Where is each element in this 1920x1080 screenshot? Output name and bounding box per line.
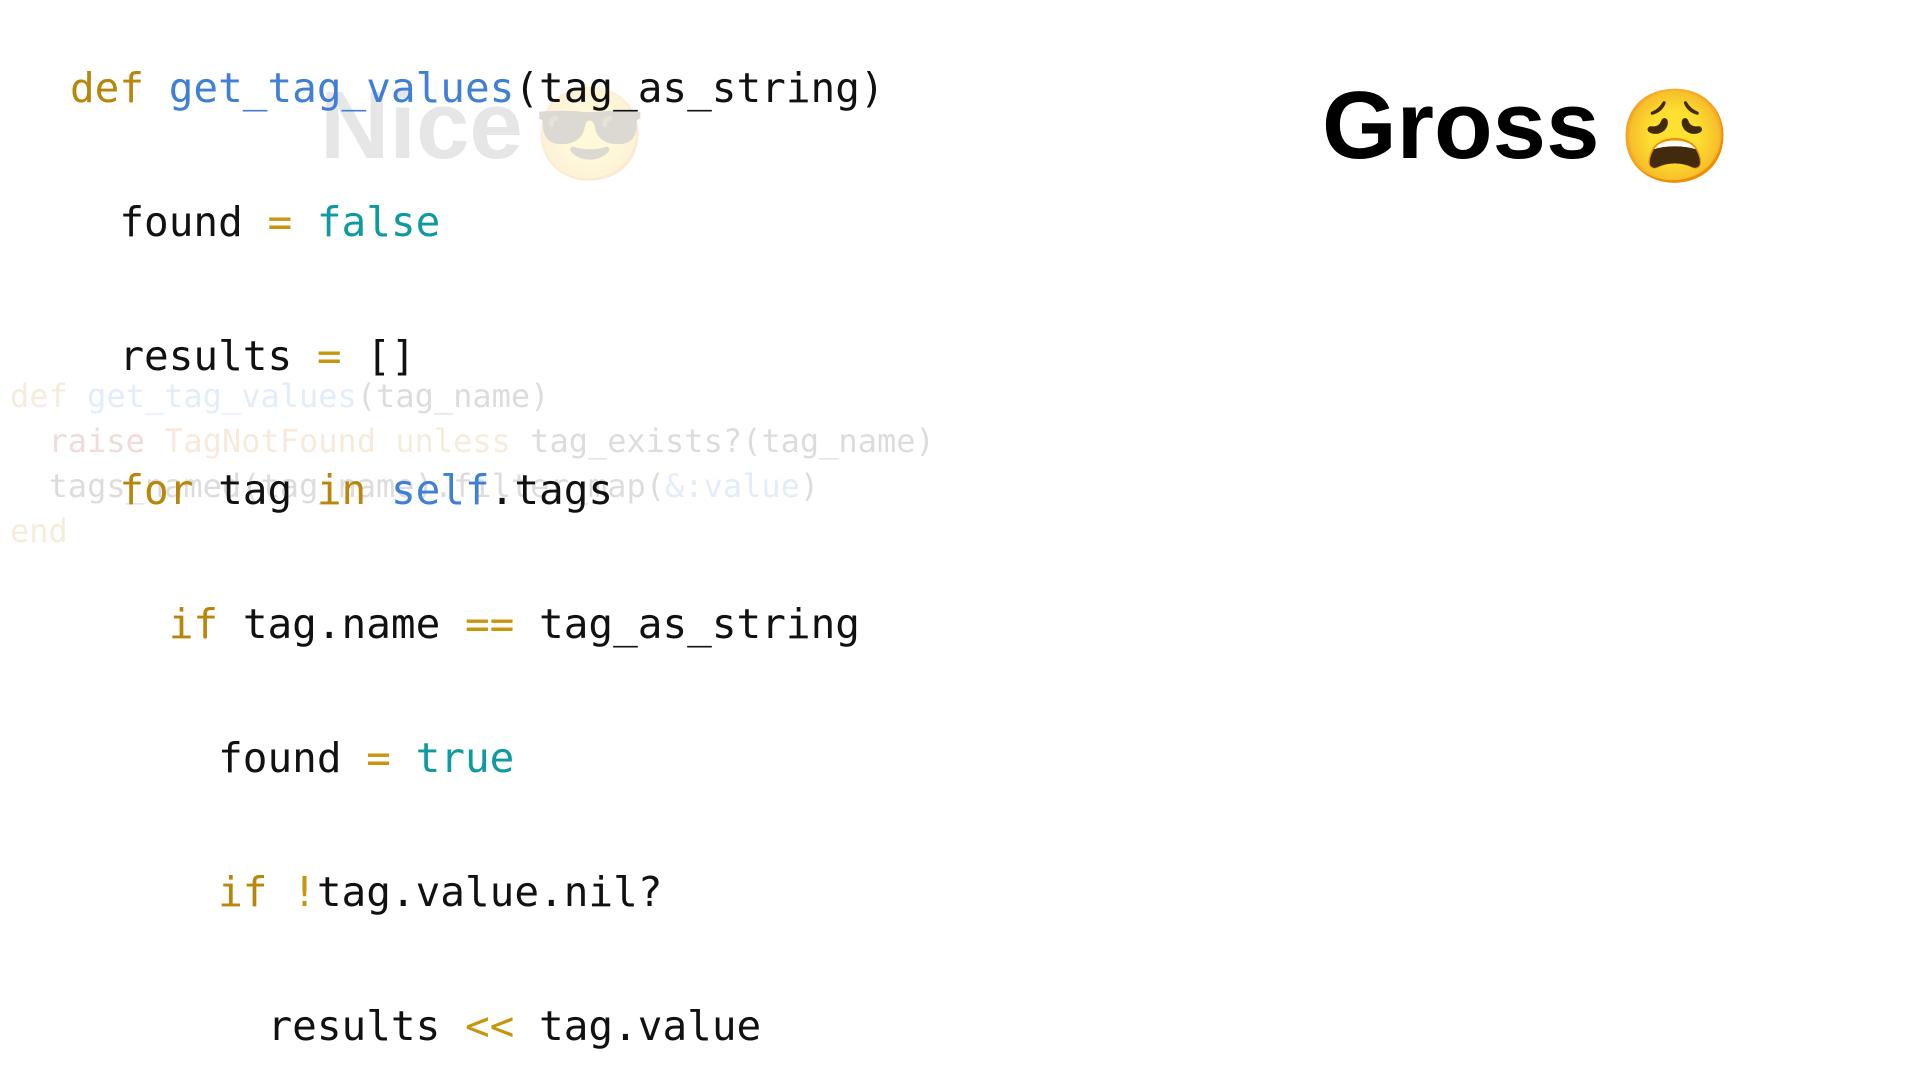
code-line: def get_tag_values(tag_as_string) xyxy=(70,55,885,122)
code-line: if !tag.value.nil? xyxy=(70,859,885,926)
code-token: tag.value xyxy=(514,1002,762,1050)
code-token: if xyxy=(168,600,243,648)
code-token: .tags xyxy=(489,466,614,514)
code-token: found xyxy=(119,198,268,246)
code-line: results << tag.value xyxy=(70,993,885,1060)
code-line: found = false xyxy=(70,189,885,256)
code-token: results xyxy=(267,1002,465,1050)
code-token: << xyxy=(464,1002,515,1050)
code-token: def xyxy=(70,64,169,112)
code-token: in xyxy=(316,466,391,514)
code-token: tag.name xyxy=(242,600,465,648)
gross-code-block: def get_tag_values(tag_as_string) found … xyxy=(70,55,885,1080)
code-token: = xyxy=(366,734,391,782)
code-line: results = [] xyxy=(70,323,885,390)
code-token: = xyxy=(267,198,293,246)
code-token: self xyxy=(390,466,490,514)
weary-face-icon: 😩 xyxy=(1617,86,1733,188)
code-token: [] xyxy=(341,332,416,380)
code-token: tag.value.nil? xyxy=(316,868,663,916)
code-token: == xyxy=(464,600,515,648)
code-line: found = true xyxy=(70,725,885,792)
code-token: if xyxy=(218,868,293,916)
slide-canvas: Nice 😎 def get_tag_values(tag_name) raise… xyxy=(0,0,1920,1080)
code-token: (tag_as_string) xyxy=(514,64,885,112)
code-token: tag_as_string xyxy=(514,600,860,648)
gross-annotation: Gross 😩 xyxy=(1322,78,1732,184)
code-token: tag xyxy=(218,466,317,514)
code-token: true xyxy=(415,734,515,782)
code-token: for xyxy=(119,466,219,514)
code-line: end xyxy=(10,512,68,550)
code-token: found xyxy=(218,734,367,782)
code-line: for tag in self.tags xyxy=(70,457,885,524)
code-token: = xyxy=(316,332,342,380)
gross-annotation-text: Gross xyxy=(1322,72,1600,179)
code-token: ! xyxy=(292,868,317,916)
code-token: results xyxy=(119,332,317,380)
code-token: get_tag_values xyxy=(168,64,515,112)
code-line: if tag.name == tag_as_string xyxy=(70,591,885,658)
code-token: false xyxy=(316,198,441,246)
code-token: end xyxy=(10,512,68,550)
